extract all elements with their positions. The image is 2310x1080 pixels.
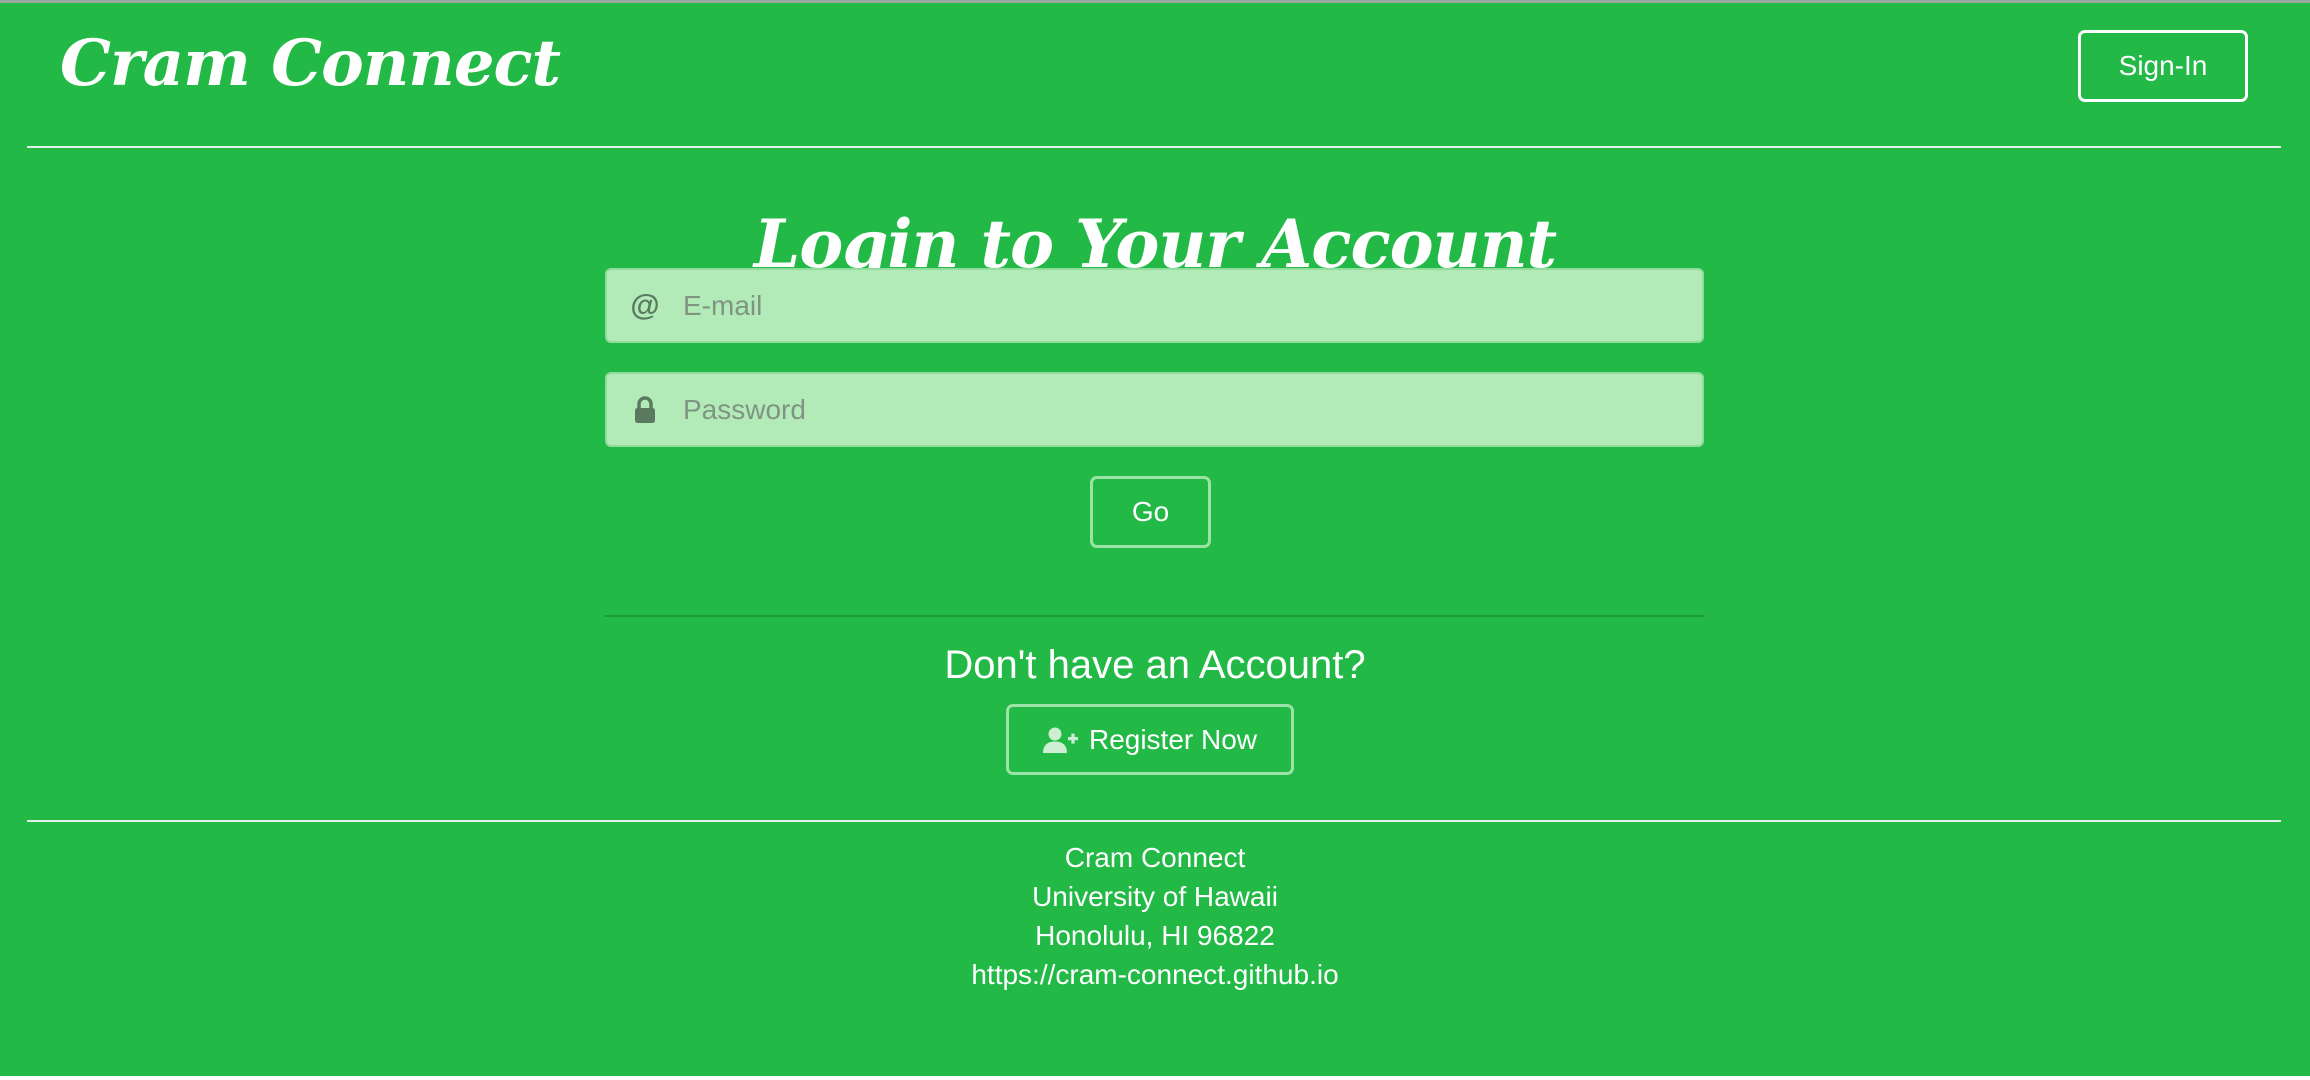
- lock-icon: [607, 395, 683, 424]
- footer: Cram Connect University of Hawaii Honolu…: [0, 838, 2310, 994]
- bottom-border: [0, 1076, 2310, 1080]
- register-now-button[interactable]: Register Now: [1006, 704, 1294, 775]
- footer-location: Honolulu, HI 96822: [1035, 920, 1275, 951]
- go-button[interactable]: Go: [1090, 476, 1211, 548]
- top-border: [0, 0, 2310, 3]
- header-divider: [27, 146, 2281, 148]
- footer-divider: [27, 820, 2281, 822]
- footer-url: https://cram-connect.github.io: [971, 959, 1339, 990]
- footer-app-name: Cram Connect: [1064, 842, 1246, 873]
- password-input[interactable]: [683, 374, 1702, 445]
- footer-university: University of Hawaii: [1032, 881, 1278, 912]
- sign-in-button[interactable]: Sign-In: [2078, 30, 2248, 102]
- form-divider: [605, 615, 1704, 617]
- at-icon: @: [630, 288, 660, 322]
- brand-logo[interactable]: Cram Connect: [60, 22, 561, 106]
- user-plus-icon: [1042, 726, 1079, 754]
- register-now-label: Register Now: [1088, 723, 1258, 755]
- register-prompt: Don't have an Account?: [944, 643, 1366, 687]
- password-field[interactable]: [605, 372, 1704, 447]
- email-input[interactable]: [683, 270, 1702, 341]
- email-field[interactable]: @: [605, 268, 1704, 343]
